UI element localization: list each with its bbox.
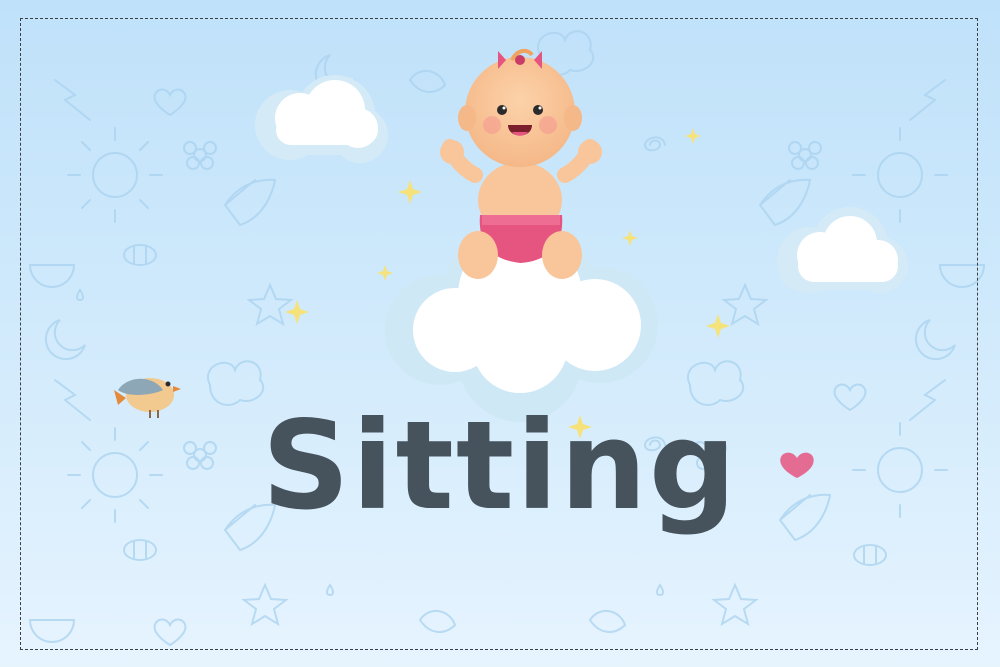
cloud-right <box>777 207 908 293</box>
cloud-left <box>255 75 388 163</box>
sitting-card: Sitting <box>0 0 1000 667</box>
illustration-layer <box>114 48 908 478</box>
page-title: Sitting <box>261 395 739 537</box>
baby-icon <box>440 48 602 279</box>
